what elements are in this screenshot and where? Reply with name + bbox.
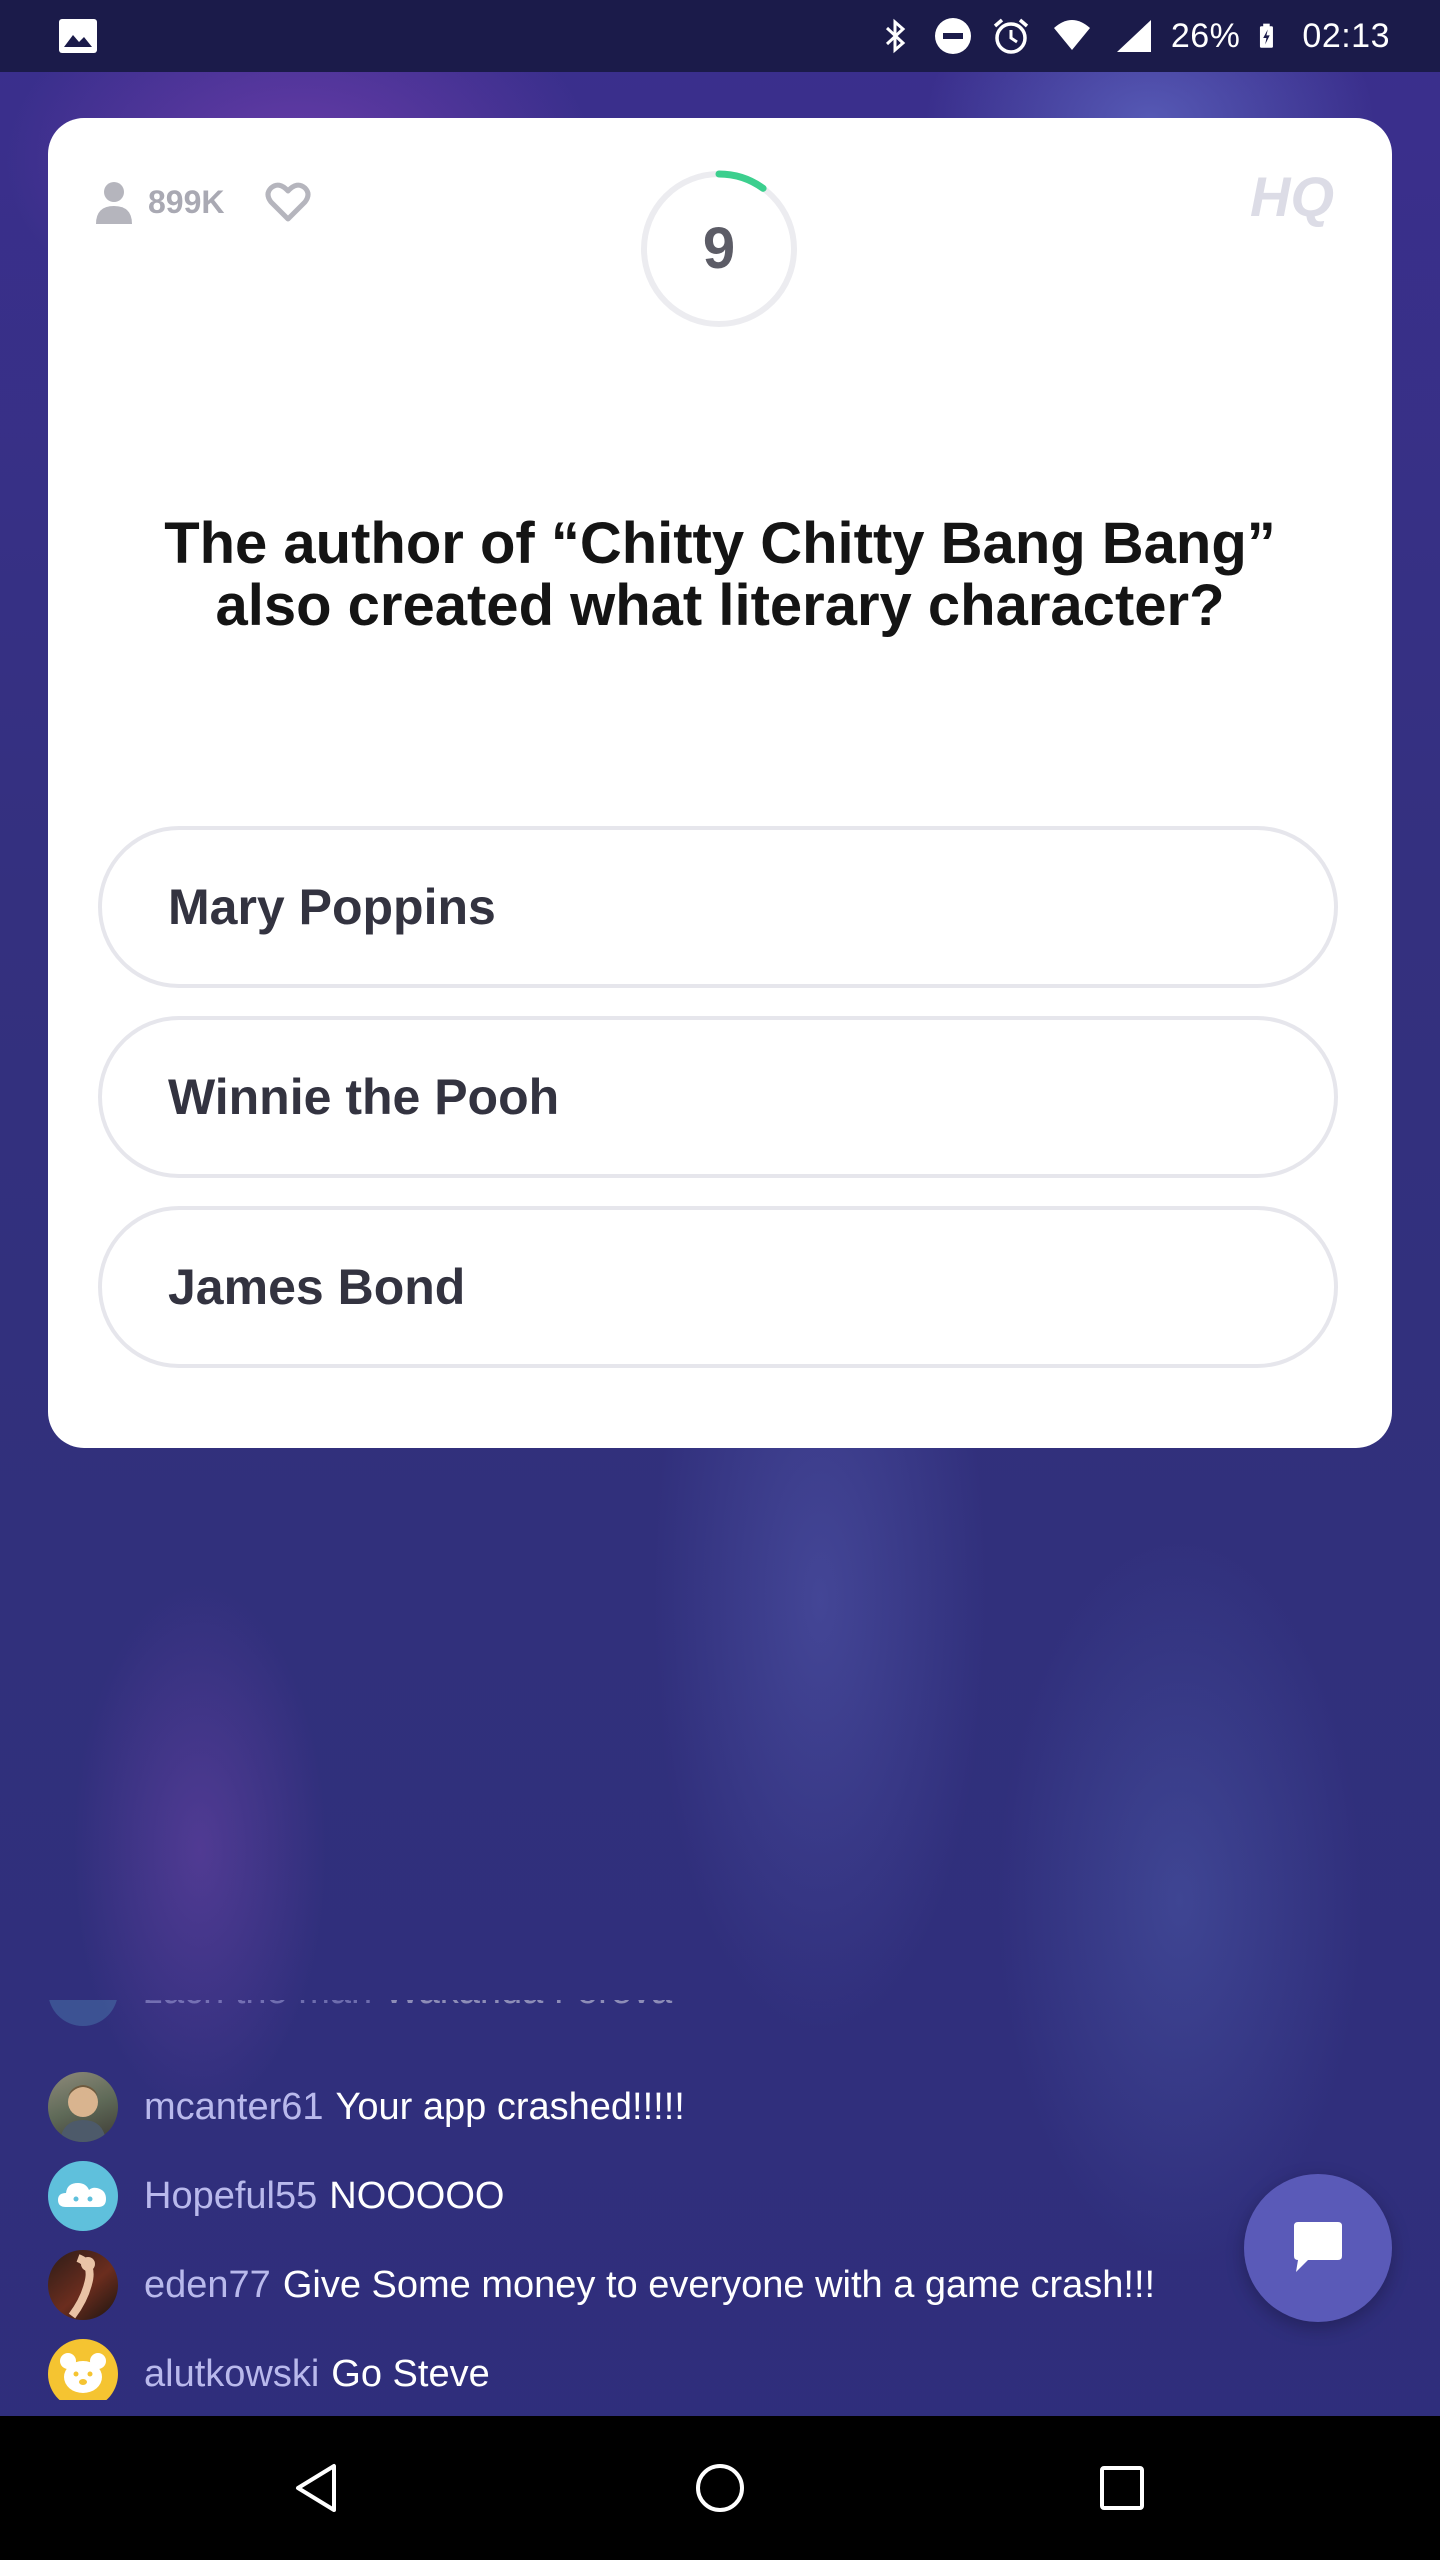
- cell-signal-icon: [1116, 20, 1151, 52]
- bear-icon: [60, 2353, 106, 2393]
- chat-message: mcanter61 Your app crashed!!!!!: [48, 2072, 685, 2142]
- chat-username[interactable]: eden77: [144, 2264, 271, 2307]
- person-icon: [96, 182, 132, 224]
- status-bar: 26% 02:13: [0, 0, 1440, 72]
- chat-message: eden77 Give Some money to everyone with …: [48, 2250, 1155, 2320]
- chat-username[interactable]: alutkowski: [144, 2353, 319, 2396]
- back-icon[interactable]: [286, 2458, 346, 2518]
- answer-label: James Bond: [168, 1259, 466, 1315]
- chat-username[interactable]: mcanter61: [144, 2086, 324, 2129]
- chat-message: alutkowski Go Steve: [48, 2339, 490, 2400]
- chat-text: Your app crashed!!!!!: [335, 2085, 685, 2128]
- avatar: [48, 2072, 118, 2142]
- status-time: 02:13: [1302, 16, 1390, 55]
- chat-button[interactable]: [1244, 2174, 1392, 2322]
- player-stats: 899K: [94, 180, 311, 224]
- do-not-disturb-icon: [934, 18, 971, 54]
- chat-text: NOOOOO: [329, 2174, 505, 2217]
- answer-label: Winnie the Pooh: [168, 1069, 560, 1125]
- recents-icon[interactable]: [1092, 2458, 1152, 2518]
- hq-logo: HQ: [1250, 168, 1334, 228]
- avatar-photo: [68, 2254, 95, 2319]
- chat-message: zach the man Wakanda Foreva: [48, 2000, 672, 2026]
- answer-option-3[interactable]: James Bond: [98, 1206, 1338, 1368]
- svg-text:HQ: HQ: [1250, 168, 1334, 228]
- chat-text: Go Steve: [331, 2352, 490, 2395]
- home-icon[interactable]: [690, 2458, 750, 2518]
- avatar: [48, 2000, 118, 2026]
- answer-label: Mary Poppins: [168, 879, 496, 935]
- chat-text: Give Some money to everyone with a game …: [282, 2263, 1156, 2306]
- bluetooth-icon: [885, 18, 906, 54]
- navigation-bar: [0, 2416, 1440, 2560]
- cloud-icon: [58, 2183, 106, 2207]
- countdown-timer: 9: [638, 168, 800, 330]
- avatar: [48, 2339, 118, 2400]
- question-card: 899K 9 HQ The author of “Chitty Chitty B…: [48, 118, 1392, 1448]
- gallery-icon: [59, 19, 97, 53]
- live-chat: zach the man Wakanda Foreva mcanter61 Yo…: [48, 2000, 1228, 2400]
- heart-icon[interactable]: [265, 181, 311, 223]
- answer-option-2[interactable]: Winnie the Pooh: [98, 1016, 1338, 1178]
- player-count: 899K: [148, 183, 225, 220]
- chat-message: Hopeful55 NOOOOO: [48, 2161, 504, 2231]
- avatar-photo: [60, 2085, 106, 2142]
- battery-percent: 26%: [1170, 16, 1241, 55]
- chat-text: Wakanda Foreva: [384, 2000, 672, 2013]
- chat-username[interactable]: zach the man: [144, 2000, 372, 2013]
- avatar: [48, 2161, 118, 2231]
- chat-bubble-icon: [1294, 2222, 1342, 2272]
- answer-option-1[interactable]: Mary Poppins: [98, 826, 1338, 988]
- question-text: The author of “Chitty Chitty Bang Bang” …: [164, 511, 1276, 638]
- alarm-icon: [993, 18, 1028, 54]
- timer-number: 9: [702, 216, 736, 281]
- wifi-icon: [1053, 20, 1090, 50]
- avatar: [48, 2250, 118, 2320]
- chat-username[interactable]: Hopeful55: [144, 2175, 317, 2218]
- battery-charging-icon: [1260, 23, 1274, 48]
